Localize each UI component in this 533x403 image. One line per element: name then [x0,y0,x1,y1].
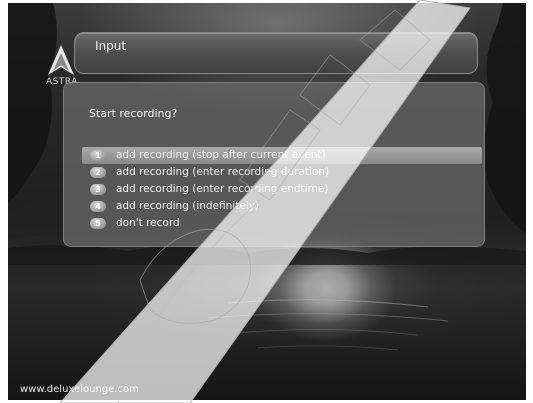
option-label: don't record [116,217,180,229]
option-number-badge: 4 [90,201,106,212]
option-stop-after-event[interactable]: 1 add recording (stop after current even… [82,147,482,164]
option-label: add recording (stop after current event) [116,149,326,161]
dialog-question: Start recording? [89,107,178,120]
option-number-badge: 5 [90,218,106,229]
option-number-badge: 1 [90,150,106,161]
option-enter-endtime[interactable]: 3 add recording (enter recording endtime… [82,181,482,198]
option-number-badge: 2 [90,167,106,178]
window-title: Input [95,39,127,53]
recording-dialog: Start recording? 1 add recording (stop a… [63,82,485,247]
option-enter-duration[interactable]: 2 add recording (enter recording duratio… [82,164,482,181]
footer-url: www.deluxelounge.com [20,384,139,395]
option-dont-record[interactable]: 5 don't record [82,215,482,232]
option-label: add recording (enter recording endtime) [116,183,329,195]
title-bar: Input [74,32,478,74]
recording-options-list: 1 add recording (stop after current even… [82,147,482,232]
option-label: add recording (enter recording duration) [116,166,330,178]
option-number-badge: 3 [90,184,106,195]
screen-frame: ASTRA Input Start recording? 1 add recor… [8,3,526,400]
option-label: add recording (indefinitely) [116,200,260,212]
option-indefinitely[interactable]: 4 add recording (indefinitely) [82,198,482,215]
